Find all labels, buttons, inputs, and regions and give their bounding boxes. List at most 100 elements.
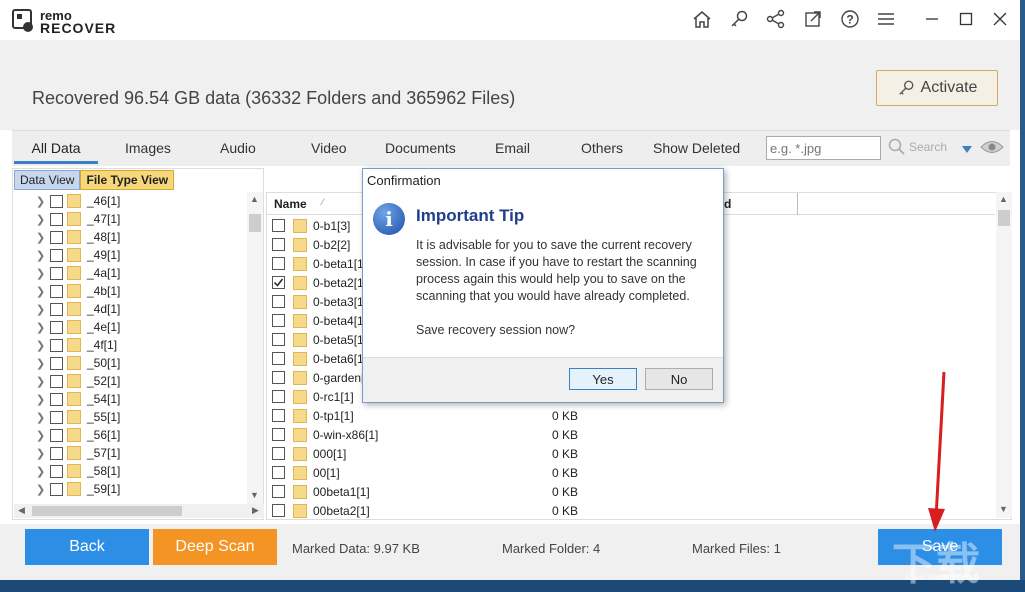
tree-checkbox[interactable] (50, 230, 63, 244)
chevron-right-icon[interactable]: ❯ (36, 213, 50, 226)
file-checkbox[interactable] (272, 390, 285, 403)
file-checkbox[interactable] (272, 219, 285, 232)
maximize-icon[interactable] (954, 8, 978, 30)
chevron-right-icon[interactable]: ❯ (36, 303, 50, 316)
tree-item[interactable]: ❯ _57[1] (36, 444, 120, 462)
tab-all-data[interactable]: All Data (14, 134, 98, 164)
tree-checkbox[interactable] (50, 464, 63, 478)
tab-documents[interactable]: Documents (385, 140, 456, 156)
no-button[interactable]: No (645, 368, 713, 390)
file-checkbox[interactable] (272, 352, 285, 365)
tab-show-deleted[interactable]: Show Deleted (653, 140, 740, 156)
tree-item[interactable]: ❯ _54[1] (36, 390, 120, 408)
tree-checkbox[interactable] (50, 338, 63, 352)
file-checkbox[interactable] (272, 333, 285, 346)
back-button[interactable]: Back (25, 529, 149, 565)
tree-item[interactable]: ❯ _47[1] (36, 210, 120, 228)
file-checkbox[interactable] (272, 485, 285, 498)
chevron-right-icon[interactable]: ❯ (36, 285, 50, 298)
tree-checkbox[interactable] (50, 446, 63, 460)
key-icon[interactable] (727, 8, 751, 30)
chevron-right-icon[interactable]: ❯ (36, 375, 50, 388)
file-row[interactable]: 0-tp1[1] 0 KB (272, 406, 578, 425)
home-icon[interactable] (690, 8, 714, 30)
deep-scan-button[interactable]: Deep Scan (153, 529, 277, 565)
file-row[interactable]: 0-win-x86[1] 0 KB (272, 425, 578, 444)
tree-item[interactable]: ❯ _4f[1] (36, 336, 117, 354)
file-checkbox[interactable] (272, 466, 285, 479)
file-checkbox[interactable] (272, 371, 285, 384)
eye-icon[interactable] (980, 139, 1004, 158)
tree-item[interactable]: ❯ _55[1] (36, 408, 120, 426)
chevron-right-icon[interactable]: ❯ (36, 231, 50, 244)
tree-checkbox[interactable] (50, 356, 63, 370)
tree-item[interactable]: ❯ _4b[1] (36, 282, 120, 300)
file-checkbox[interactable] (272, 409, 285, 422)
file-checkbox[interactable] (272, 257, 285, 270)
chevron-right-icon[interactable]: ❯ (36, 249, 50, 262)
tree-horizontal-scrollbar[interactable]: ◀ ▶ (14, 504, 264, 518)
tab-images[interactable]: Images (125, 140, 171, 156)
tree-checkbox[interactable] (50, 302, 63, 316)
tree-checkbox[interactable] (50, 410, 63, 424)
tab-video[interactable]: Video (311, 140, 347, 156)
chevron-right-icon[interactable]: ❯ (36, 447, 50, 460)
chevron-right-icon[interactable]: ❯ (36, 483, 50, 496)
export-icon[interactable] (801, 8, 825, 30)
tree-checkbox[interactable] (50, 194, 63, 208)
tree-vertical-scrollbar[interactable]: ▲ ▼ (247, 192, 263, 504)
tree-checkbox[interactable] (50, 266, 63, 280)
minimize-icon[interactable] (920, 8, 944, 30)
checked-checkbox[interactable] (272, 276, 285, 289)
chevron-right-icon[interactable]: ❯ (36, 465, 50, 478)
tree-checkbox[interactable] (50, 374, 63, 388)
tree-item[interactable]: ❯ _4d[1] (36, 300, 120, 318)
file-checkbox[interactable] (272, 314, 285, 327)
help-icon[interactable]: ? (838, 8, 862, 30)
tab-audio[interactable]: Audio (220, 140, 256, 156)
file-row[interactable]: 00beta2[1] 0 KB (272, 501, 578, 520)
menu-icon[interactable] (874, 8, 898, 30)
extension-filter-input[interactable] (766, 136, 881, 160)
chevron-right-icon[interactable]: ❯ (36, 357, 50, 370)
yes-button[interactable]: Yes (569, 368, 637, 390)
column-name[interactable]: Name (274, 197, 307, 211)
tree-checkbox[interactable] (50, 284, 63, 298)
file-checkbox[interactable] (272, 295, 285, 308)
tree-item[interactable]: ❯ _52[1] (36, 372, 120, 390)
file-checkbox[interactable] (272, 504, 285, 517)
tree-item[interactable]: ❯ _59[1] (36, 480, 120, 498)
tree-item[interactable]: ❯ _50[1] (36, 354, 120, 372)
column-modified-partial[interactable]: d (724, 197, 731, 211)
tab-email[interactable]: Email (495, 140, 530, 156)
tree-item[interactable]: ❯ _48[1] (36, 228, 120, 246)
tree-item[interactable]: ❯ _49[1] (36, 246, 120, 264)
tree-checkbox[interactable] (50, 320, 63, 334)
chevron-right-icon[interactable]: ❯ (36, 411, 50, 424)
file-list-vertical-scrollbar[interactable]: ▲ ▼ (996, 192, 1012, 518)
tree-checkbox[interactable] (50, 428, 63, 442)
tab-others[interactable]: Others (581, 140, 623, 156)
file-row[interactable]: 000[1] 0 KB (272, 444, 578, 463)
tab-file-type-view[interactable]: File Type View (80, 170, 175, 190)
tree-item[interactable]: ❯ _58[1] (36, 462, 120, 480)
chevron-right-icon[interactable]: ❯ (36, 321, 50, 334)
tree-checkbox[interactable] (50, 212, 63, 226)
share-icon[interactable] (764, 8, 788, 30)
chevron-right-icon[interactable]: ❯ (36, 429, 50, 442)
file-checkbox[interactable] (272, 447, 285, 460)
chevron-right-icon[interactable]: ❯ (36, 195, 50, 208)
tree-item[interactable]: ❯ _46[1] (36, 192, 120, 210)
tab-data-view[interactable]: Data View (14, 170, 81, 190)
tree-item[interactable]: ❯ _4a[1] (36, 264, 120, 282)
search-button[interactable]: Search (888, 138, 947, 156)
tree-checkbox[interactable] (50, 248, 63, 262)
file-row[interactable]: 00[1] 0 KB (272, 463, 578, 482)
tree-item[interactable]: ❯ _4e[1] (36, 318, 120, 336)
tree-item[interactable]: ❯ _56[1] (36, 426, 120, 444)
file-row[interactable]: 00beta1[1] 0 KB (272, 482, 578, 501)
activate-button[interactable]: Activate (876, 70, 998, 106)
chevron-right-icon[interactable]: ❯ (36, 267, 50, 280)
tree-checkbox[interactable] (50, 482, 63, 496)
file-checkbox[interactable] (272, 238, 285, 251)
